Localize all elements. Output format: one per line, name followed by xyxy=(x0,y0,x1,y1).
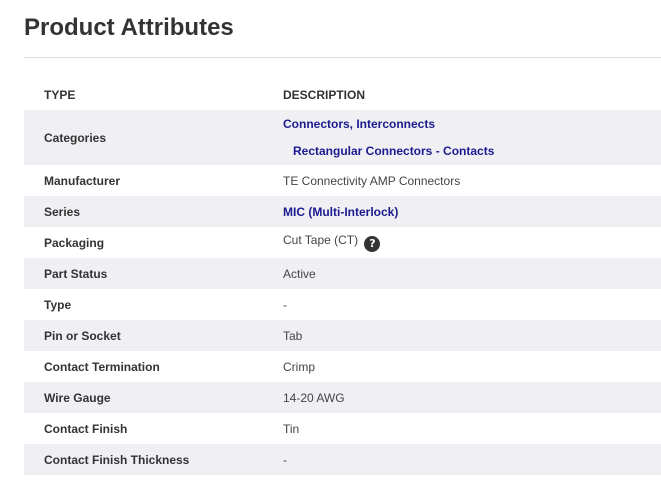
attribute-value: Crimp xyxy=(283,359,315,374)
category-link-rectangular-connectors-contacts[interactable]: Rectangular Connectors - Contacts xyxy=(283,144,661,158)
attribute-value: 14-20 AWG xyxy=(283,390,345,405)
table-row: Type - xyxy=(24,289,661,320)
attribute-type: Contact Termination xyxy=(44,359,160,374)
attribute-type: Manufacturer xyxy=(44,173,121,188)
table-row: Manufacturer TE Connectivity AMP Connect… xyxy=(24,165,661,196)
attributes-table: TYPE DESCRIPTION Categories Connectors, … xyxy=(24,80,661,475)
attribute-value: TE Connectivity AMP Connectors xyxy=(283,173,461,188)
attribute-type: Wire Gauge xyxy=(44,390,111,405)
attribute-value: - xyxy=(283,452,287,467)
table-row: Contact Finish Tin xyxy=(24,413,661,444)
attribute-value: - xyxy=(283,297,287,312)
table-header-row: TYPE DESCRIPTION xyxy=(24,80,661,110)
attribute-type: Series xyxy=(44,204,81,219)
table-row: Contact Finish Thickness - xyxy=(24,444,661,475)
attribute-value: Connectors, Interconnects Rectangular Co… xyxy=(263,110,661,165)
attribute-type: Packaging xyxy=(44,235,105,250)
table-row: Packaging Cut Tape (CT) ? xyxy=(24,227,661,258)
series-link[interactable]: MIC (Multi-Interlock) xyxy=(283,205,398,219)
attribute-type: Contact Finish Thickness xyxy=(44,452,190,467)
page-title: Product Attributes xyxy=(24,14,234,41)
attribute-value: Tin xyxy=(283,421,300,436)
attribute-value: Tab xyxy=(283,328,303,343)
attribute-type: Part Status xyxy=(44,266,108,281)
table-row: Pin or Socket Tab xyxy=(24,320,661,351)
type-column-header: TYPE xyxy=(44,88,76,102)
question-circle-icon[interactable]: ? xyxy=(364,236,381,252)
attribute-type: Pin or Socket xyxy=(44,328,121,343)
attribute-value: Cut Tape (CT) ? xyxy=(263,227,661,258)
attribute-type: Type xyxy=(44,297,72,312)
attribute-value: MIC (Multi-Interlock) xyxy=(263,196,661,227)
packaging-value: Cut Tape (CT) xyxy=(283,233,359,247)
table-row: Categories Connectors, Interconnects Rec… xyxy=(24,110,661,165)
category-link-connectors-interconnects[interactable]: Connectors, Interconnects xyxy=(283,117,661,131)
attribute-value: Active xyxy=(283,266,316,281)
description-column-header: DESCRIPTION xyxy=(283,88,366,102)
attribute-type: Categories xyxy=(44,130,107,145)
table-row: Series MIC (Multi-Interlock) xyxy=(24,196,661,227)
table-row: Wire Gauge 14-20 AWG xyxy=(24,382,661,413)
attribute-type: Contact Finish xyxy=(44,421,128,436)
table-row: Part Status Active xyxy=(24,258,661,289)
table-row: Contact Termination Crimp xyxy=(24,351,661,382)
title-divider xyxy=(24,57,661,58)
